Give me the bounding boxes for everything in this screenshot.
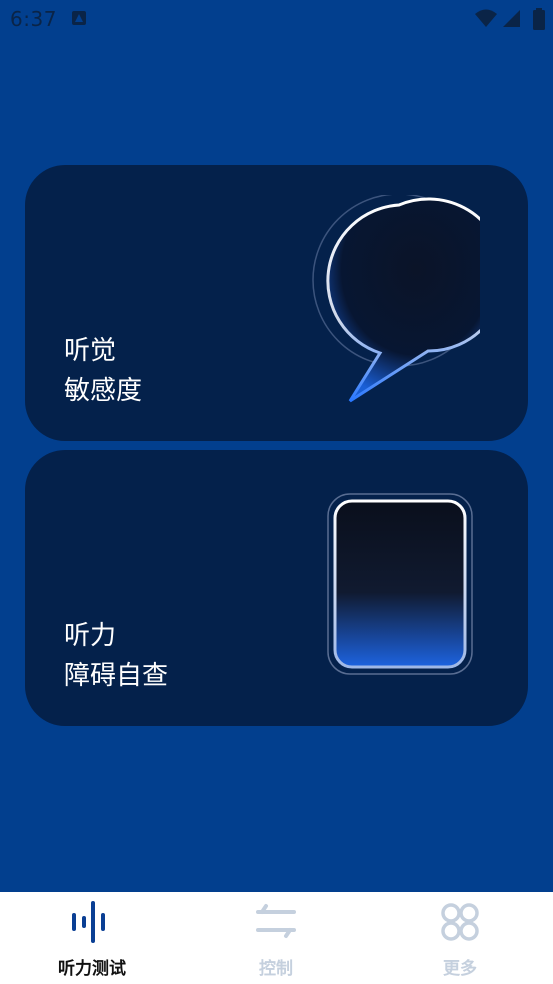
hearing-sensitivity-card[interactable]: 听觉 敏感度	[25, 165, 528, 441]
card-title: 听觉 敏感度	[64, 331, 142, 411]
battery-icon	[533, 8, 545, 30]
card-title-line2: 障碍自查	[64, 661, 169, 691]
nav-label-hearing-test: 听力测试	[58, 959, 126, 979]
card-title: 听力 障碍自查	[64, 616, 168, 696]
bottom-navigation: 听力测试 控制 更多	[0, 892, 553, 984]
document-lines-icon	[327, 493, 473, 675]
status-bar: 6:37	[0, 0, 553, 38]
app-notification-icon	[72, 11, 86, 25]
card-title-line1: 听力	[64, 621, 117, 651]
nav-label-control: 控制	[259, 959, 293, 979]
cellular-signal-icon	[503, 10, 520, 27]
audio-bars-icon	[72, 901, 105, 943]
hearing-self-check-card[interactable]: 听力 障碍自查	[25, 450, 528, 726]
sound-wave-speech-bubble-icon	[312, 195, 480, 403]
nav-label-more: 更多	[443, 959, 477, 979]
nav-tab-control[interactable]: 控制	[184, 892, 368, 984]
card-title-line2: 敏感度	[64, 376, 143, 406]
status-time: 6:37	[10, 7, 57, 31]
sliders-arrows-icon	[256, 904, 296, 938]
nav-tab-hearing-test[interactable]: 听力测试	[0, 892, 184, 984]
wifi-icon	[475, 9, 497, 27]
card-title-line1: 听觉	[64, 336, 117, 366]
four-circles-grid-icon	[441, 903, 479, 941]
nav-tab-more[interactable]: 更多	[368, 892, 552, 984]
